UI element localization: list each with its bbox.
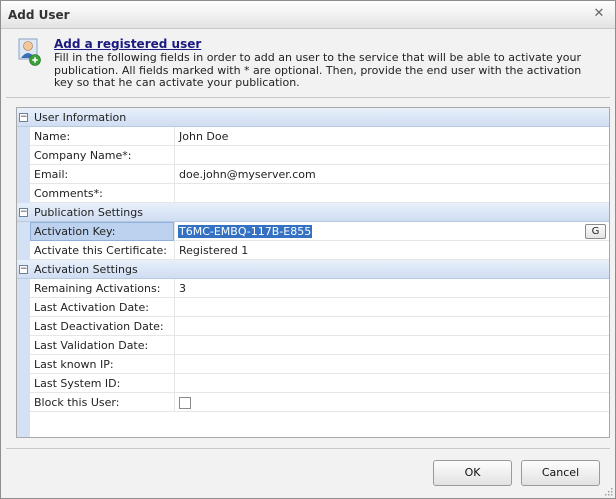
collapse-icon[interactable]: − [19, 113, 28, 122]
cancel-button[interactable]: Cancel [521, 460, 600, 486]
row-gutter [17, 279, 30, 298]
column-divider [174, 165, 175, 184]
column-divider [174, 298, 175, 317]
cancel-button-label: Cancel [541, 466, 580, 479]
resize-grip-icon[interactable] [603, 486, 613, 496]
row-gutter [17, 127, 30, 146]
category-user-information[interactable]: − User Information [17, 108, 609, 127]
property-label: Remaining Activations: [34, 282, 161, 295]
row-gutter [17, 241, 30, 260]
column-divider [174, 355, 175, 374]
block-user-checkbox[interactable] [179, 397, 191, 409]
column-divider [174, 317, 175, 336]
email-value[interactable]: doe.john@myserver.com [179, 168, 316, 181]
column-divider [174, 241, 175, 260]
property-label: Company Name*: [34, 149, 132, 162]
property-label: Last Activation Date: [34, 301, 149, 314]
property-row-last-ip[interactable]: Last known IP: [17, 355, 609, 374]
window-title: Add User [8, 8, 70, 22]
property-row-last-validation[interactable]: Last Validation Date: [17, 336, 609, 355]
property-label: Last Deactivation Date: [34, 320, 164, 333]
row-gutter [17, 298, 30, 317]
collapse-icon[interactable]: − [19, 208, 28, 217]
activation-key-value[interactable]: T6MC-EMBQ-117B-E855 [178, 225, 313, 238]
name-value[interactable]: John Doe [179, 130, 228, 143]
header-divider [6, 97, 610, 98]
property-label: Email: [34, 168, 69, 181]
empty-gutter [17, 412, 30, 437]
column-divider [174, 184, 175, 203]
column-divider [174, 374, 175, 393]
property-row-last-deactivation[interactable]: Last Deactivation Date: [17, 317, 609, 336]
property-row-certificate[interactable]: Activate this Certificate: Registered 1 [17, 241, 609, 260]
property-row-activation-key[interactable]: Activation Key: T6MC-EMBQ-117B-E855 G [17, 222, 609, 241]
column-divider [174, 393, 175, 412]
row-gutter [17, 393, 30, 412]
category-label: Publication Settings [34, 206, 143, 219]
add-registered-user-link[interactable]: Add a registered user [54, 37, 201, 51]
property-label: Comments*: [34, 187, 103, 200]
property-row-last-system-id[interactable]: Last System ID: [17, 374, 609, 393]
ok-button[interactable]: OK [433, 460, 512, 486]
user-add-icon [18, 38, 41, 66]
property-label: Last System ID: [34, 377, 121, 390]
ok-button-label: OK [464, 466, 481, 479]
remaining-activations-value[interactable]: 3 [179, 282, 186, 295]
column-divider [174, 127, 175, 146]
property-row-last-activation[interactable]: Last Activation Date: [17, 298, 609, 317]
row-gutter [17, 165, 30, 184]
category-label: User Information [34, 111, 127, 124]
header-description: Fill in the following fields in order to… [54, 51, 582, 89]
row-gutter [17, 317, 30, 336]
property-label: Block this User: [34, 396, 120, 409]
property-row-block-user[interactable]: Block this User: [17, 393, 609, 412]
property-row-email[interactable]: Email: doe.john@myserver.com [17, 165, 609, 184]
title-bar[interactable]: Add User ✕ [1, 1, 615, 29]
property-row-name[interactable]: Name: John Doe [17, 127, 609, 146]
column-divider [174, 146, 175, 165]
category-label: Activation Settings [34, 263, 138, 276]
category-activation-settings[interactable]: − Activation Settings [17, 260, 609, 279]
property-row-remaining-activations[interactable]: Remaining Activations: 3 [17, 279, 609, 298]
row-gutter [17, 184, 30, 203]
column-divider [174, 336, 175, 355]
row-gutter [17, 374, 30, 393]
column-divider [174, 279, 175, 298]
property-label: Activate this Certificate: [34, 244, 167, 257]
property-grid[interactable]: − User Information Name: John Doe Compan… [16, 107, 610, 438]
certificate-value[interactable]: Registered 1 [179, 244, 248, 257]
collapse-icon[interactable]: − [19, 265, 28, 274]
add-user-dialog: Add User ✕ Add a registered user Fill in… [0, 0, 616, 499]
row-gutter [17, 146, 30, 165]
property-label: Name: [34, 130, 71, 143]
close-icon[interactable]: ✕ [592, 6, 606, 22]
category-publication-settings[interactable]: − Publication Settings [17, 203, 609, 222]
property-label: Activation Key: [34, 225, 116, 238]
footer-divider [6, 448, 610, 449]
property-label: Last known IP: [34, 358, 114, 371]
generate-key-button[interactable]: G [585, 224, 606, 239]
row-gutter [17, 355, 30, 374]
column-divider [174, 222, 175, 241]
property-row-company[interactable]: Company Name*: [17, 146, 609, 165]
property-row-comments[interactable]: Comments*: [17, 184, 609, 203]
property-label: Last Validation Date: [34, 339, 149, 352]
row-gutter [17, 222, 30, 241]
row-gutter [17, 336, 30, 355]
